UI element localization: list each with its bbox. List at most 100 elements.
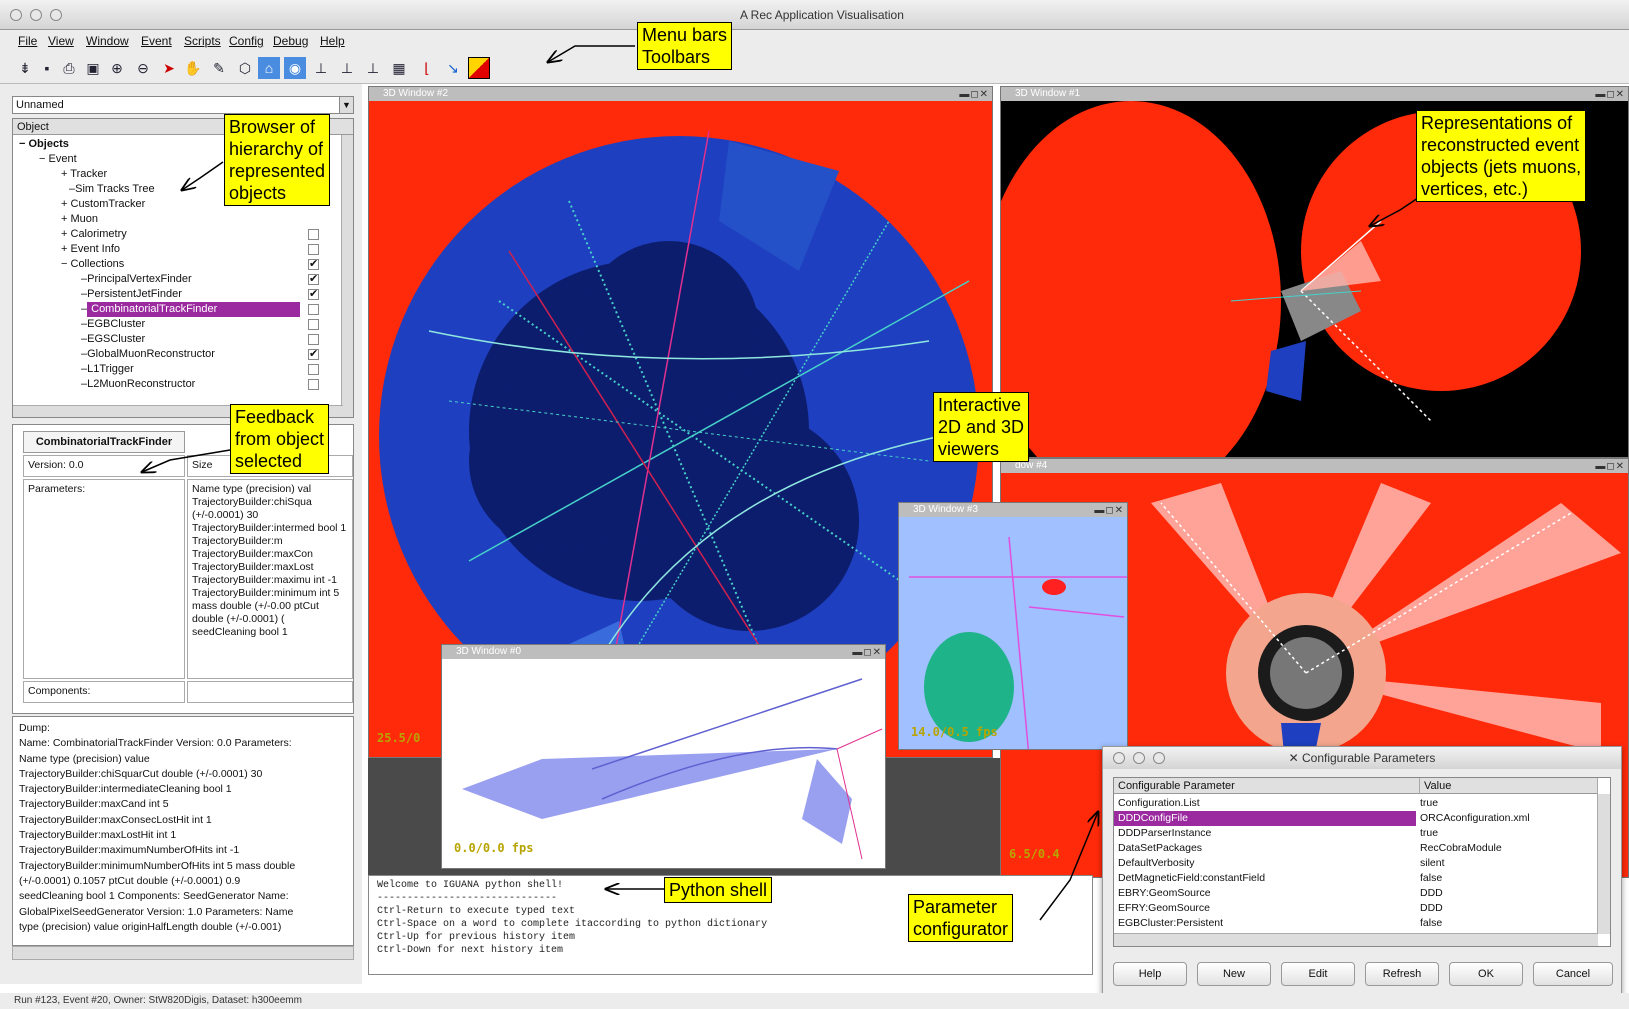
expander-icon[interactable]: + [61,198,67,210]
xz-view-icon[interactable]: ⊥ [362,57,384,79]
table-row[interactable]: EBRY:GeomSource DDD [1114,886,1598,901]
table-row-selected[interactable]: DDDConfigFile ORCAconfiguration.xml [1114,811,1598,826]
edit-button[interactable]: Edit [1281,962,1355,986]
visibility-checkbox[interactable] [308,379,319,390]
direction-icon[interactable]: ↘ [442,57,464,79]
window-buttons-icon[interactable]: ▬◻✕ [1595,88,1625,102]
tree-node[interactable]: − Collections [61,257,124,272]
visibility-checkbox[interactable] [308,319,319,330]
tree-node[interactable]: –Sim Tracks Tree [69,182,155,197]
viewer-3d-window-0[interactable]: 3D Window #0 ▬◻✕ 0.0/0.0 fps [441,644,886,869]
visibility-checkbox[interactable] [308,244,319,255]
cancel-button[interactable]: Cancel [1533,962,1613,986]
xy-view-icon[interactable]: ⊥ [310,57,332,79]
close-dialog-icon[interactable] [1113,752,1125,764]
visibility-checkbox-checked[interactable]: ✔ [308,259,319,270]
expander-icon[interactable]: − [61,258,67,270]
table-horizontal-scrollbar[interactable] [1114,933,1598,946]
visibility-checkbox[interactable] [308,304,319,315]
select-arrow-icon[interactable]: ➤ [158,57,180,79]
expander-icon[interactable]: + [61,213,67,225]
viewer-3d-window-3[interactable]: 3D Window #3 ▬◻✕ 14.0/0.5 fps [898,502,1128,750]
refresh-button[interactable]: Refresh [1365,962,1439,986]
yz-view-icon[interactable]: ⊥ [336,57,358,79]
table-row[interactable]: DetMagneticField:constantField false [1114,871,1598,886]
expander-icon[interactable]: + [61,243,67,255]
visibility-checkbox-checked[interactable]: ✔ [308,289,319,300]
table-vertical-scrollbar[interactable] [1597,794,1610,934]
tree-node[interactable]: –GlobalMuonReconstructor [81,347,215,362]
expander-icon[interactable]: + [61,168,67,180]
tree-node[interactable]: − Event [39,152,77,167]
print-icon[interactable]: ⎙ [58,57,80,79]
expander-icon[interactable]: − [19,138,25,150]
axes-icon[interactable]: ⌊ [416,57,438,79]
visibility-checkbox[interactable] [308,229,319,240]
expander-icon[interactable]: − [39,153,45,165]
window-buttons-icon[interactable]: ▬◻✕ [959,88,989,102]
tree-node[interactable]: + CustomTracker [61,197,145,212]
menu-config[interactable]: Config [229,34,264,48]
ok-button[interactable]: OK [1449,962,1523,986]
expander-icon[interactable]: + [61,228,67,240]
table-row[interactable]: EFRY:GeomSource DDD [1114,901,1598,916]
tree-node[interactable]: –L2MuonReconstructor [81,377,195,392]
visibility-checkbox[interactable] [308,334,319,345]
menu-help[interactable]: Help [320,34,345,48]
window-buttons-icon[interactable]: ▬◻✕ [1094,504,1124,518]
minimize-dialog-icon[interactable] [1133,752,1145,764]
table-row[interactable]: DefaultVerbosity silent [1114,856,1598,871]
zoom-in-icon[interactable]: ⊕ [106,57,128,79]
tree-node-selected[interactable]: – CombinatorialTrackFinder [81,302,301,317]
zoom-out-icon[interactable]: ⊖ [132,57,154,79]
column-header-parameter[interactable]: Configurable Parameter [1114,778,1420,794]
zoom-window-icon[interactable] [50,9,62,21]
tree-node[interactable]: –PrincipalVertexFinder [81,272,192,287]
tree-node[interactable]: –EGSCluster [81,332,145,347]
menu-file[interactable]: File [18,34,37,48]
parameter-table[interactable]: Configurable Parameter Value Configurati… [1113,777,1611,947]
tree-node[interactable]: –PersistentJetFinder [81,287,182,302]
minimize-window-icon[interactable] [30,9,42,21]
menu-window[interactable]: Window [86,34,129,48]
tree-node[interactable]: + Calorimetry [61,227,127,242]
save-icon[interactable]: ▪ [36,57,58,79]
table-row[interactable]: DDDParserInstance true [1114,826,1598,841]
pick-icon[interactable]: ✎ [208,57,230,79]
table-row[interactable]: DataSetPackages RecCobraModule [1114,841,1598,856]
visibility-checkbox[interactable] [308,364,319,375]
close-window-icon[interactable] [10,9,22,21]
seek-icon[interactable]: ◉ [284,57,306,79]
print-preview-icon[interactable]: ▣ [82,57,104,79]
table-row[interactable]: EGBCluster:Persistent false [1114,916,1598,931]
menu-event[interactable]: Event [141,34,172,48]
grid-icon[interactable]: ▦ [388,57,410,79]
chevron-down-icon[interactable]: ▼ [339,97,353,113]
view-all-icon[interactable]: ⬡ [234,57,256,79]
color-icon[interactable] [468,57,490,79]
tree-vertical-scrollbar[interactable] [341,135,353,417]
menu-debug[interactable]: Debug [273,34,308,48]
new-button[interactable]: New [1197,962,1271,986]
tree-node[interactable]: –EGBCluster [81,317,145,332]
dump-horizontal-scrollbar[interactable] [12,946,354,960]
table-row[interactable]: Configuration.List true [1114,796,1598,811]
column-header-value[interactable]: Value [1420,778,1598,794]
menu-view[interactable]: View [48,34,74,48]
window-buttons-icon[interactable]: ▬◻✕ [1595,460,1625,474]
menu-scripts[interactable]: Scripts [184,34,221,48]
tree-node[interactable]: + Tracker [61,167,107,182]
visibility-checkbox-checked[interactable]: ✔ [308,274,319,285]
scene-combo-box[interactable]: Unnamed ▼ [12,96,354,114]
tree-node[interactable]: + Muon [61,212,98,227]
help-button[interactable]: Help [1113,962,1187,986]
tree-node[interactable]: − Objects [19,137,69,152]
hand-icon[interactable]: ✋ [182,57,204,79]
visibility-checkbox-checked[interactable]: ✔ [308,349,319,360]
tree-node[interactable]: + Event Info [61,242,120,257]
step-icon[interactable]: ⇟ [14,57,36,79]
zoom-dialog-icon[interactable] [1153,752,1165,764]
detail-tab[interactable]: CombinatorialTrackFinder [23,431,185,453]
tree-node[interactable]: –L1Trigger [81,362,134,377]
home-icon[interactable]: ⌂ [258,57,280,79]
